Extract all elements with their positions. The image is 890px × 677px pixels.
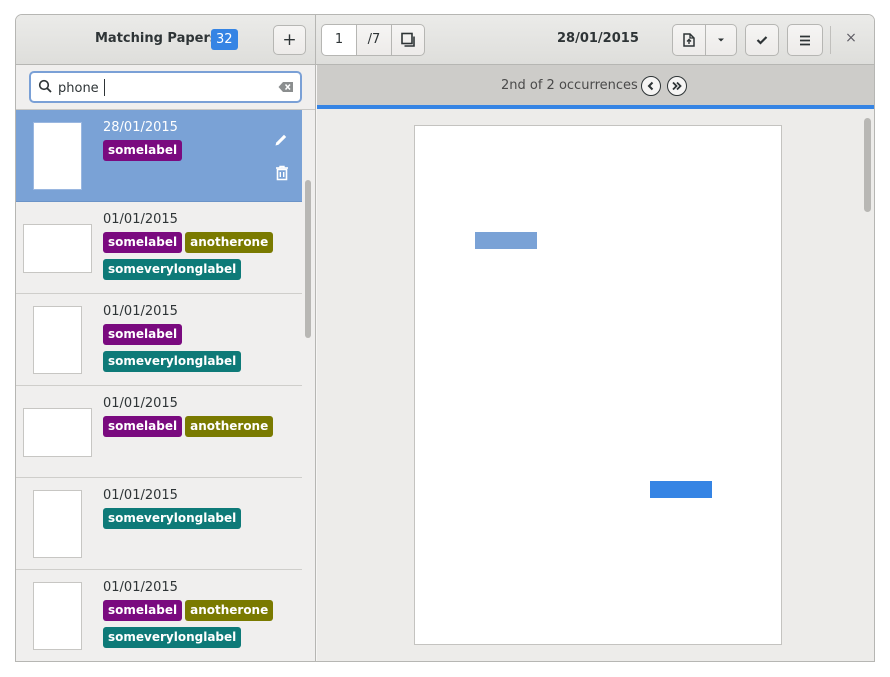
search-highlight-first (475, 232, 537, 249)
occurrence-status: 2nd of 2 occurrences (501, 78, 638, 93)
document-label-badge: someverylonglabel (103, 508, 242, 529)
document-list-item[interactable]: 01/01/2015 somelabel anotherone someverylon… (16, 202, 302, 294)
document-date: 28/01/2015 (557, 31, 639, 46)
match-count-badge: 32 (211, 29, 238, 50)
sidebar-title: Matching Papers (95, 31, 218, 46)
document-viewer: 2nd of 2 occurrences (317, 65, 874, 661)
document-thumbnail (33, 306, 82, 374)
double-chevron-right-icon (672, 81, 682, 91)
document-label-badge: somelabel (103, 324, 183, 345)
clear-search-icon[interactable] (278, 81, 294, 93)
page-total-label: /7 (357, 24, 392, 56)
document-date-label: 01/01/2015 (103, 488, 178, 503)
label-list: somelabel anotherone (103, 416, 288, 437)
search-icon (38, 79, 52, 93)
document-label-badge: someverylonglabel (103, 351, 242, 372)
label-list: somelabel anotherone someverylonglabel (103, 600, 288, 648)
add-document-button[interactable]: + (273, 25, 306, 55)
document-label-badge: somelabel (103, 416, 183, 437)
document-list-item[interactable]: 01/01/2015 someverylonglabel (16, 478, 302, 570)
document-list: 28/01/2015 somelabel 01/01/2015 somelabel an… (16, 110, 315, 661)
previous-occurrence-button[interactable] (641, 76, 661, 96)
document-page[interactable] (414, 125, 782, 645)
text-caret (103, 79, 105, 96)
validate-button[interactable] (745, 24, 779, 56)
document-list-item[interactable]: 01/01/2015 somelabel anotherone someverylon… (16, 570, 302, 661)
document-label-badge: anotherone (185, 232, 274, 253)
sidebar-header: Matching Papers 32 + (16, 15, 316, 64)
document-label-badge: anotherone (185, 416, 274, 437)
pages-icon (401, 32, 415, 47)
export-button[interactable] (672, 24, 706, 56)
document-thumbnail (33, 122, 82, 190)
label-list: somelabel someverylonglabel (103, 324, 288, 372)
chevron-left-icon (647, 81, 654, 91)
search-input[interactable]: phone (29, 71, 302, 103)
trash-icon[interactable] (275, 165, 289, 181)
document-thumbnail (23, 224, 92, 273)
next-occurrence-button[interactable] (667, 76, 687, 96)
document-thumbnail (33, 582, 82, 650)
label-list: somelabel anotherone someverylonglabel (103, 232, 288, 280)
page-number-input[interactable]: 1 (321, 24, 357, 56)
document-date-label: 01/01/2015 (103, 580, 178, 595)
header-bar: Matching Papers 32 + 1 /7 28/01/2015 × (16, 15, 874, 65)
document-list-item[interactable]: 01/01/2015 somelabel anotherone (16, 386, 302, 478)
document-label-badge: somelabel (103, 600, 183, 621)
document-thumbnail (23, 408, 92, 457)
search-bar: phone (16, 65, 315, 110)
search-highlight-current (650, 481, 712, 498)
search-input-text: phone (58, 79, 105, 96)
viewer-scrollbar[interactable] (864, 118, 871, 212)
label-list: someverylonglabel (103, 508, 288, 529)
main-menu-button[interactable] (787, 24, 823, 56)
document-date-label: 28/01/2015 (103, 120, 178, 135)
export-dropdown-button[interactable] (706, 24, 737, 56)
document-label-badge: anotherone (185, 600, 274, 621)
export-split-button (672, 24, 737, 56)
document-label-badge: someverylonglabel (103, 627, 242, 648)
document-sidebar: phone 28/01/2015 somelabel 01/01/2015 somel… (16, 65, 316, 661)
document-date-label: 01/01/2015 (103, 396, 178, 411)
page-layout-button[interactable] (392, 24, 425, 56)
checkmark-icon (756, 36, 768, 45)
sidebar-scrollbar[interactable] (305, 180, 311, 338)
search-results-bar: 2nd of 2 occurrences (317, 65, 874, 109)
document-label-badge: somelabel (103, 232, 183, 253)
document-list-item[interactable]: 01/01/2015 somelabel someverylonglabel (16, 294, 302, 386)
hamburger-icon (800, 35, 810, 45)
dropdown-arrow-icon (718, 38, 724, 42)
label-list: somelabel (103, 140, 288, 161)
app-window: Matching Papers 32 + 1 /7 28/01/2015 × p… (15, 14, 875, 662)
header-separator (830, 26, 831, 54)
page-navigation: 1 /7 (321, 24, 425, 56)
document-thumbnail (33, 490, 82, 558)
export-document-icon (683, 33, 695, 47)
document-date-label: 01/01/2015 (103, 212, 178, 227)
document-label-badge: someverylonglabel (103, 259, 242, 280)
edit-icon[interactable] (273, 132, 289, 148)
document-label-badge: somelabel (103, 140, 183, 161)
close-window-button[interactable]: × (840, 30, 862, 50)
document-list-item[interactable]: 28/01/2015 somelabel (16, 110, 302, 202)
document-date-label: 01/01/2015 (103, 304, 178, 319)
